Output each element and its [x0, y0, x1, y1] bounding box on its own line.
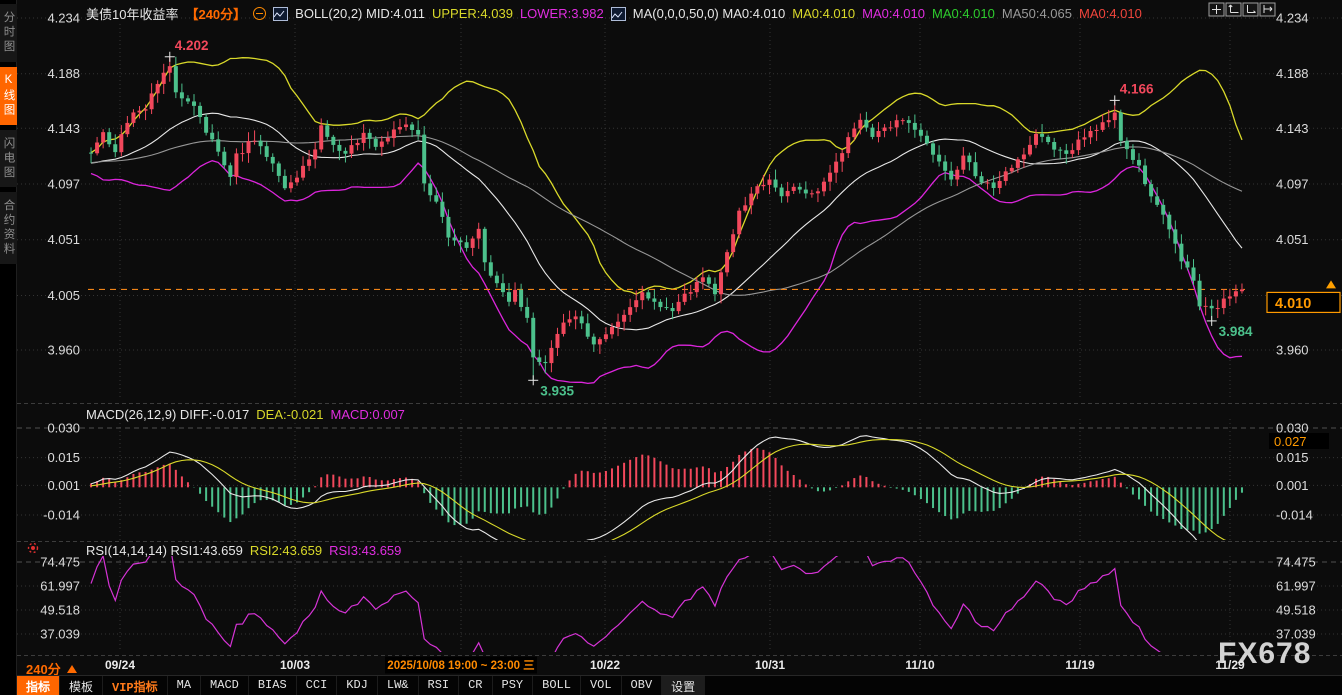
svg-text:2025/10/08 19:00 ~ 23:00 三: 2025/10/08 19:00 ~ 23:00 三: [387, 659, 534, 672]
period-label: 【240分】: [185, 4, 246, 23]
main-chart-header: 美债10年收益率 【240分】 BOLL(20,2) MID:4.011 UPP…: [86, 4, 1142, 23]
toolbar-button-VIP指标[interactable]: VIP指标: [103, 676, 168, 695]
svg-text:4.234: 4.234: [1276, 11, 1309, 26]
toolbar-button-RSI[interactable]: RSI: [419, 676, 460, 695]
chart-canvas[interactable]: 4.202 4.166 3.935 3.984 4.234 4.234 4.188 4.188…: [0, 0, 1342, 695]
svg-text:0.030: 0.030: [47, 421, 80, 436]
svg-text:10/31: 10/31: [755, 658, 785, 672]
svg-text:0.001: 0.001: [47, 478, 80, 493]
toolbar-button-MA[interactable]: MA: [168, 676, 201, 695]
svg-text:10/22: 10/22: [590, 658, 620, 672]
fit-x-axis-icon[interactable]: [1243, 3, 1258, 16]
sidebar-tab-K线图[interactable]: K线图: [0, 67, 17, 125]
svg-text:11/19: 11/19: [1065, 658, 1095, 672]
sidebar: 分时图 K线图闪电图合约资料: [0, 0, 17, 695]
price-marker-icon: [1326, 280, 1336, 288]
svg-text:3.960: 3.960: [47, 343, 80, 358]
svg-text:4.143: 4.143: [47, 121, 80, 136]
svg-text:4.234: 4.234: [47, 11, 80, 26]
macd-dea-value: DEA:-0.021: [256, 407, 323, 422]
svg-text:3.960: 3.960: [1276, 343, 1309, 358]
toolbar-button-指标[interactable]: 指标: [17, 676, 60, 695]
svg-text:4.143: 4.143: [1276, 121, 1309, 136]
toolbar-button-模板[interactable]: 模板: [60, 676, 103, 695]
svg-text:37.039: 37.039: [40, 627, 80, 642]
toolbar-button-LW&[interactable]: LW&: [378, 676, 419, 695]
ma-value-yellow: MA0:4.010: [792, 6, 855, 21]
rsi2-value: RSI2:43.659: [250, 543, 322, 558]
svg-text:74.475: 74.475: [40, 555, 80, 570]
svg-text:4.188: 4.188: [1276, 66, 1309, 81]
svg-text:74.475: 74.475: [1276, 555, 1316, 570]
watermark: FX678: [1218, 637, 1311, 671]
rsi3-value: RSI3:43.659: [329, 543, 401, 558]
svg-text:-0.014: -0.014: [1276, 508, 1313, 523]
svg-text:4.010: 4.010: [1275, 296, 1311, 312]
candlestick-series: [89, 57, 1244, 381]
svg-text:4.005: 4.005: [47, 288, 80, 303]
rsi-panel-header: RSI(14,14,14) RSI1:43.659 RSI2:43.659 RS…: [86, 543, 401, 558]
svg-text:0.015: 0.015: [47, 450, 80, 465]
svg-text:61.997: 61.997: [40, 578, 80, 593]
svg-text:4.188: 4.188: [47, 66, 80, 81]
rsi1-value: RSI(14,14,14) RSI1:43.659: [86, 543, 243, 558]
macd-hist-value: MACD:0.007: [330, 407, 404, 422]
svg-text:4.097: 4.097: [1276, 177, 1309, 192]
toolbar-button-KDJ[interactable]: KDJ: [337, 676, 378, 695]
sidebar-tab-合约资料[interactable]: 合约资料: [0, 192, 17, 264]
svg-text:61.997: 61.997: [1276, 578, 1316, 593]
toolbar-button-BIAS[interactable]: BIAS: [249, 676, 297, 695]
svg-text:09/24: 09/24: [105, 658, 135, 672]
macd-series: [91, 448, 1242, 534]
sidebar-tab-分时图[interactable]: 分时图: [0, 4, 17, 62]
svg-text:4.051: 4.051: [47, 232, 80, 247]
pan-icon[interactable]: [1209, 3, 1224, 16]
boll-indicator-icon[interactable]: [273, 7, 288, 21]
toolbar-button-CR[interactable]: CR: [459, 676, 492, 695]
ma-values: MA(0,0,0,50,0) MA0:4.010: [633, 6, 785, 21]
svg-text:-0.014: -0.014: [43, 508, 80, 523]
sidebar-tab-闪电图[interactable]: 闪电图: [0, 130, 17, 188]
toolbar-button-PSY[interactable]: PSY: [493, 676, 534, 695]
live-indicator-icon[interactable]: [29, 544, 38, 553]
fit-y-axis-icon[interactable]: [1226, 3, 1241, 16]
boll-lower-value: LOWER:3.982: [520, 6, 604, 21]
boll-values: BOLL(20,2) MID:4.011: [295, 6, 425, 21]
macd-panel-header: MACD(26,12,9) DIFF:-0.017 DEA:-0.021 MAC…: [86, 407, 405, 422]
svg-text:49.518: 49.518: [40, 602, 80, 617]
svg-text:49.518: 49.518: [1276, 602, 1316, 617]
svg-text:4.202: 4.202: [175, 38, 209, 53]
boll-upper-value: UPPER:4.039: [432, 6, 513, 21]
ma-value-magenta: MA0:4.010: [862, 6, 925, 21]
svg-text:3.984: 3.984: [1219, 324, 1253, 339]
svg-text:0.027: 0.027: [1274, 434, 1307, 449]
toolbar-button-设置[interactable]: 设置: [662, 676, 705, 695]
svg-text:3.935: 3.935: [540, 383, 574, 398]
macd-diff-value: MACD(26,12,9) DIFF:-0.017: [86, 407, 249, 422]
indicator-toolbar: 指标模板VIP指标MAMACDBIASCCIKDJLW&RSICRPSYBOLL…: [17, 675, 1342, 695]
svg-text:0.001: 0.001: [1276, 478, 1309, 493]
toolbar-button-VOL[interactable]: VOL: [581, 676, 622, 695]
toolbar-button-OBV[interactable]: OBV: [622, 676, 663, 695]
toolbar-button-CCI[interactable]: CCI: [297, 676, 338, 695]
charting-app: 4.202 4.166 3.935 3.984 4.234 4.234 4.188 4.188…: [0, 0, 1342, 695]
triangle-up-icon: [67, 665, 77, 673]
ma50-value: MA50:4.065: [1002, 6, 1072, 21]
ma-value-red: MA0:4.010: [1079, 6, 1142, 21]
svg-text:4.097: 4.097: [47, 177, 80, 192]
svg-text:4.051: 4.051: [1276, 232, 1309, 247]
ma-value-green: MA0:4.010: [932, 6, 995, 21]
ma-indicator-icon[interactable]: [611, 7, 626, 21]
svg-text:4.166: 4.166: [1120, 81, 1154, 96]
toolbar-button-MACD[interactable]: MACD: [201, 676, 249, 695]
svg-text:11/10: 11/10: [905, 658, 935, 672]
toolbar-button-BOLL[interactable]: BOLL: [533, 676, 581, 695]
svg-text:0.015: 0.015: [1276, 450, 1309, 465]
instrument-title: 美债10年收益率: [86, 4, 178, 23]
collapse-indicator-icon[interactable]: [253, 7, 266, 20]
go-to-latest-icon[interactable]: [1260, 3, 1275, 16]
svg-text:10/03: 10/03: [280, 658, 310, 672]
